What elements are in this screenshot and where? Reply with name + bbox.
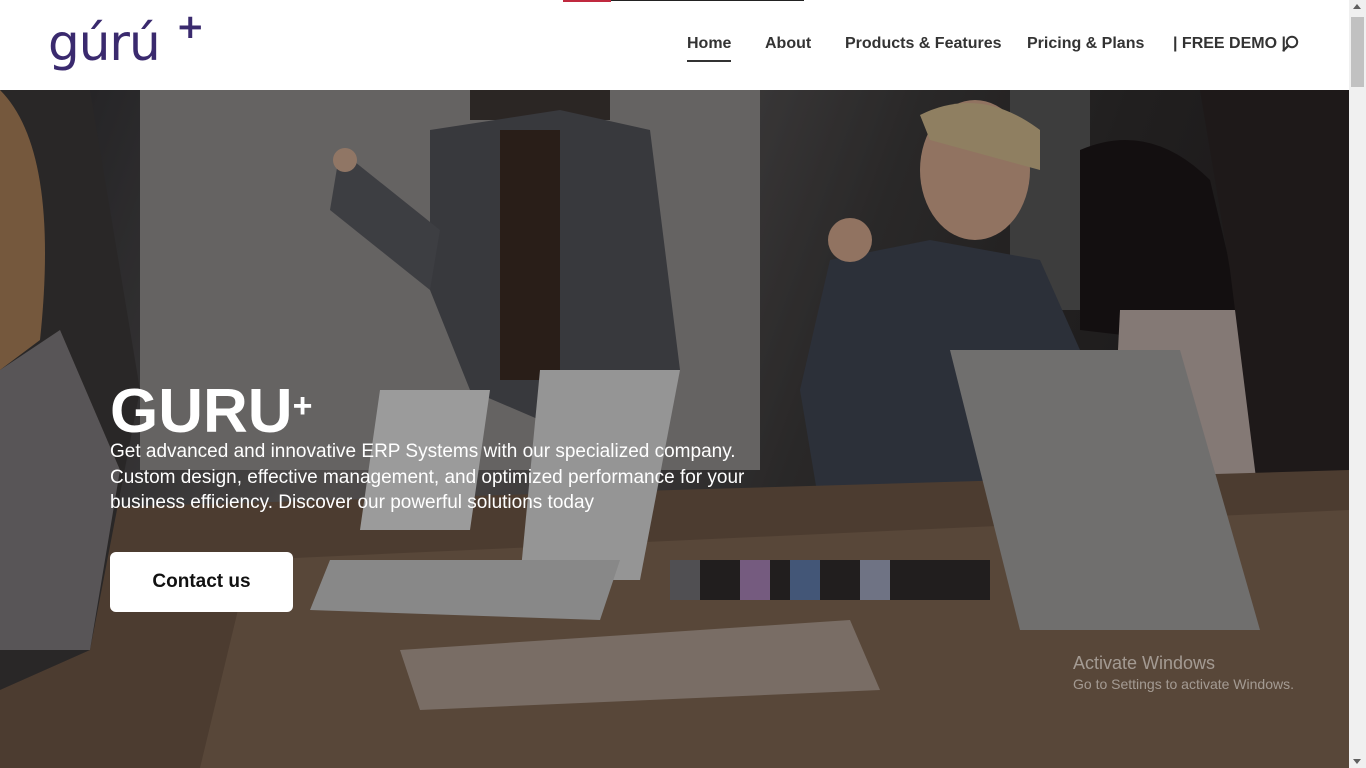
hero-description-line: Get advanced and innovative ERP Systems … xyxy=(110,441,736,462)
nav-about[interactable]: About xyxy=(765,34,811,54)
contact-us-button[interactable]: Contact us xyxy=(110,552,293,612)
activate-windows-watermark: Activate Windows Go to Settings to activ… xyxy=(1073,652,1294,694)
nav-products-features[interactable]: Products & Features xyxy=(845,34,1001,54)
hero-title-plus: + xyxy=(292,386,313,425)
site-header: gúrú + Home About Products & Features Pr… xyxy=(0,0,1349,90)
scrollbar-thumb[interactable] xyxy=(1351,17,1364,87)
hero-description-line: Custom design, effective management, and… xyxy=(110,466,745,488)
search-icon[interactable] xyxy=(1282,35,1300,53)
hero-description: Get advanced and innovative ERP Systems … xyxy=(110,439,830,516)
main-nav: Home About Products & Features Pricing &… xyxy=(0,0,1349,90)
nav-free-demo[interactable]: | FREE DEMO | xyxy=(1173,34,1286,54)
nav-home[interactable]: Home xyxy=(687,34,732,62)
scroll-down-arrow-icon[interactable] xyxy=(1353,759,1361,764)
watermark-title: Activate Windows xyxy=(1073,653,1216,673)
watermark-subtitle: Go to Settings to activate Windows. xyxy=(1073,676,1294,692)
hero-section: GURU+ Get advanced and innovative ERP Sy… xyxy=(0,90,1349,768)
page-loading-bar xyxy=(563,0,804,2)
page-scrollbar[interactable] xyxy=(1349,0,1366,768)
hero-description-line: business efficiency. Discover our powerf… xyxy=(110,492,595,513)
scroll-up-arrow-icon[interactable] xyxy=(1353,4,1361,9)
nav-pricing-plans[interactable]: Pricing & Plans xyxy=(1027,34,1144,54)
hero-title: GURU+ xyxy=(110,376,313,446)
